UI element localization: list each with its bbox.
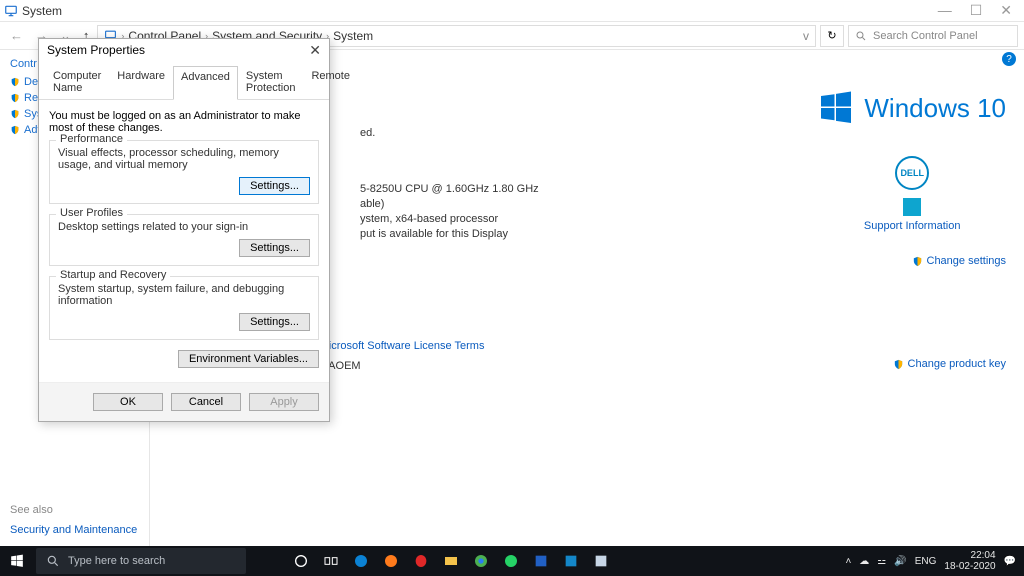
- help-button[interactable]: ?: [1002, 52, 1016, 66]
- performance-group: Performance Visual effects, processor sc…: [49, 140, 319, 204]
- whatsapp-icon[interactable]: [496, 546, 526, 576]
- task-view-icon[interactable]: [316, 546, 346, 576]
- taskbar-search[interactable]: Type here to search: [36, 548, 246, 574]
- tray-chevron-icon[interactable]: ˄: [845, 556, 851, 567]
- tab-hardware[interactable]: Hardware: [109, 65, 173, 99]
- explorer-icon[interactable]: [436, 546, 466, 576]
- shield-icon: [10, 109, 20, 119]
- taskbar: Type here to search ˄ ☁ ⚍ 🔊 ENG 22:04 18…: [0, 546, 1024, 576]
- user-profiles-group: User Profiles Desktop settings related t…: [49, 214, 319, 266]
- tab-remote[interactable]: Remote: [303, 65, 358, 99]
- right-column: Windows 10 DELL Support Information: [818, 90, 1006, 232]
- tray-network-icon[interactable]: ⚍: [877, 556, 886, 567]
- performance-legend: Performance: [56, 133, 127, 145]
- ok-button[interactable]: OK: [93, 393, 163, 411]
- window-titlebar: System — ☐ ✕: [0, 0, 1024, 22]
- windows-logo: Windows 10: [818, 90, 1006, 126]
- dialog-body: You must be logged on as an Administrato…: [39, 100, 329, 382]
- breadcrumb-dropdown[interactable]: v: [803, 29, 809, 43]
- tab-system-protection[interactable]: System Protection: [238, 65, 304, 99]
- windows-icon: [10, 554, 24, 568]
- tray-onedrive-icon[interactable]: ☁: [859, 556, 869, 567]
- oem-badge: [903, 198, 921, 216]
- admin-note: You must be logged on as an Administrato…: [49, 110, 319, 134]
- dialog-close-button[interactable]: ✕: [309, 42, 321, 59]
- see-also-label: See also: [10, 504, 137, 516]
- shield-icon: [10, 125, 20, 135]
- system-icon: [4, 4, 18, 18]
- dialog-footer: OK Cancel Apply: [39, 382, 329, 421]
- system-properties-dialog: System Properties ✕ Computer Name Hardwa…: [38, 38, 330, 422]
- shield-icon: [10, 93, 20, 103]
- search-icon: [855, 30, 867, 42]
- firefox-icon[interactable]: [376, 546, 406, 576]
- change-product-key-link[interactable]: Change product key: [893, 358, 1006, 370]
- windows-icon: [818, 90, 854, 126]
- start-button[interactable]: [0, 546, 34, 576]
- nav-back[interactable]: ←: [6, 28, 27, 43]
- startup-desc: System startup, system failure, and debu…: [58, 283, 310, 307]
- apply-button: Apply: [249, 393, 319, 411]
- tray-clock[interactable]: 22:04 18-02-2020: [944, 550, 995, 572]
- dialog-tabs: Computer Name Hardware Advanced System P…: [39, 65, 329, 100]
- performance-desc: Visual effects, processor scheduling, me…: [58, 147, 310, 171]
- change-settings-link[interactable]: Change settings: [912, 255, 1007, 267]
- user-profiles-legend: User Profiles: [56, 207, 127, 219]
- user-profiles-settings-button[interactable]: Settings...: [239, 239, 310, 257]
- see-also: See also Security and Maintenance: [10, 504, 137, 536]
- security-maintenance-link[interactable]: Security and Maintenance: [10, 524, 137, 536]
- environment-variables-button[interactable]: Environment Variables...: [178, 350, 319, 368]
- startup-legend: Startup and Recovery: [56, 269, 170, 281]
- minimize-button[interactable]: —: [938, 2, 952, 19]
- cortana-icon[interactable]: [286, 546, 316, 576]
- shield-icon: [10, 77, 20, 87]
- tab-advanced[interactable]: Advanced: [173, 66, 238, 100]
- windows-text: Windows 10: [864, 93, 1006, 124]
- edge-icon[interactable]: [346, 546, 376, 576]
- startup-recovery-group: Startup and Recovery System startup, sys…: [49, 276, 319, 340]
- opera-icon[interactable]: [406, 546, 436, 576]
- system-tray: ˄ ☁ ⚍ 🔊 ENG 22:04 18-02-2020 💬: [837, 550, 1024, 572]
- crumb-system[interactable]: System: [333, 29, 373, 43]
- user-profiles-desc: Desktop settings related to your sign-in: [58, 221, 310, 233]
- shield-icon: [912, 256, 923, 267]
- refresh-button[interactable]: ↻: [820, 25, 844, 47]
- dialog-titlebar[interactable]: System Properties ✕: [39, 39, 329, 61]
- search-placeholder: Search Control Panel: [873, 30, 978, 42]
- taskbar-apps: [286, 546, 616, 576]
- cancel-button[interactable]: Cancel: [171, 393, 241, 411]
- dell-logo: DELL: [895, 156, 929, 190]
- support-info-link[interactable]: Support Information: [864, 220, 961, 232]
- app2-icon[interactable]: [586, 546, 616, 576]
- search-icon: [46, 554, 60, 568]
- search-input[interactable]: Search Control Panel: [848, 25, 1018, 47]
- close-button[interactable]: ✕: [1000, 2, 1012, 19]
- tab-computer-name[interactable]: Computer Name: [45, 65, 109, 99]
- startup-settings-button[interactable]: Settings...: [239, 313, 310, 331]
- tray-date: 18-02-2020: [944, 561, 995, 572]
- action-center-icon[interactable]: 💬: [1004, 556, 1016, 567]
- taskbar-search-placeholder: Type here to search: [68, 555, 165, 567]
- dialog-title: System Properties: [47, 43, 145, 57]
- tray-language[interactable]: ENG: [915, 556, 937, 567]
- window-title: System: [22, 4, 62, 18]
- app-icon[interactable]: [556, 546, 586, 576]
- tray-volume-icon[interactable]: 🔊: [894, 556, 906, 567]
- tray-time: 22:04: [944, 550, 995, 561]
- word-icon[interactable]: [526, 546, 556, 576]
- shield-icon: [893, 359, 904, 370]
- maximize-button[interactable]: ☐: [970, 2, 983, 19]
- performance-settings-button[interactable]: Settings...: [239, 177, 310, 195]
- chrome-icon[interactable]: [466, 546, 496, 576]
